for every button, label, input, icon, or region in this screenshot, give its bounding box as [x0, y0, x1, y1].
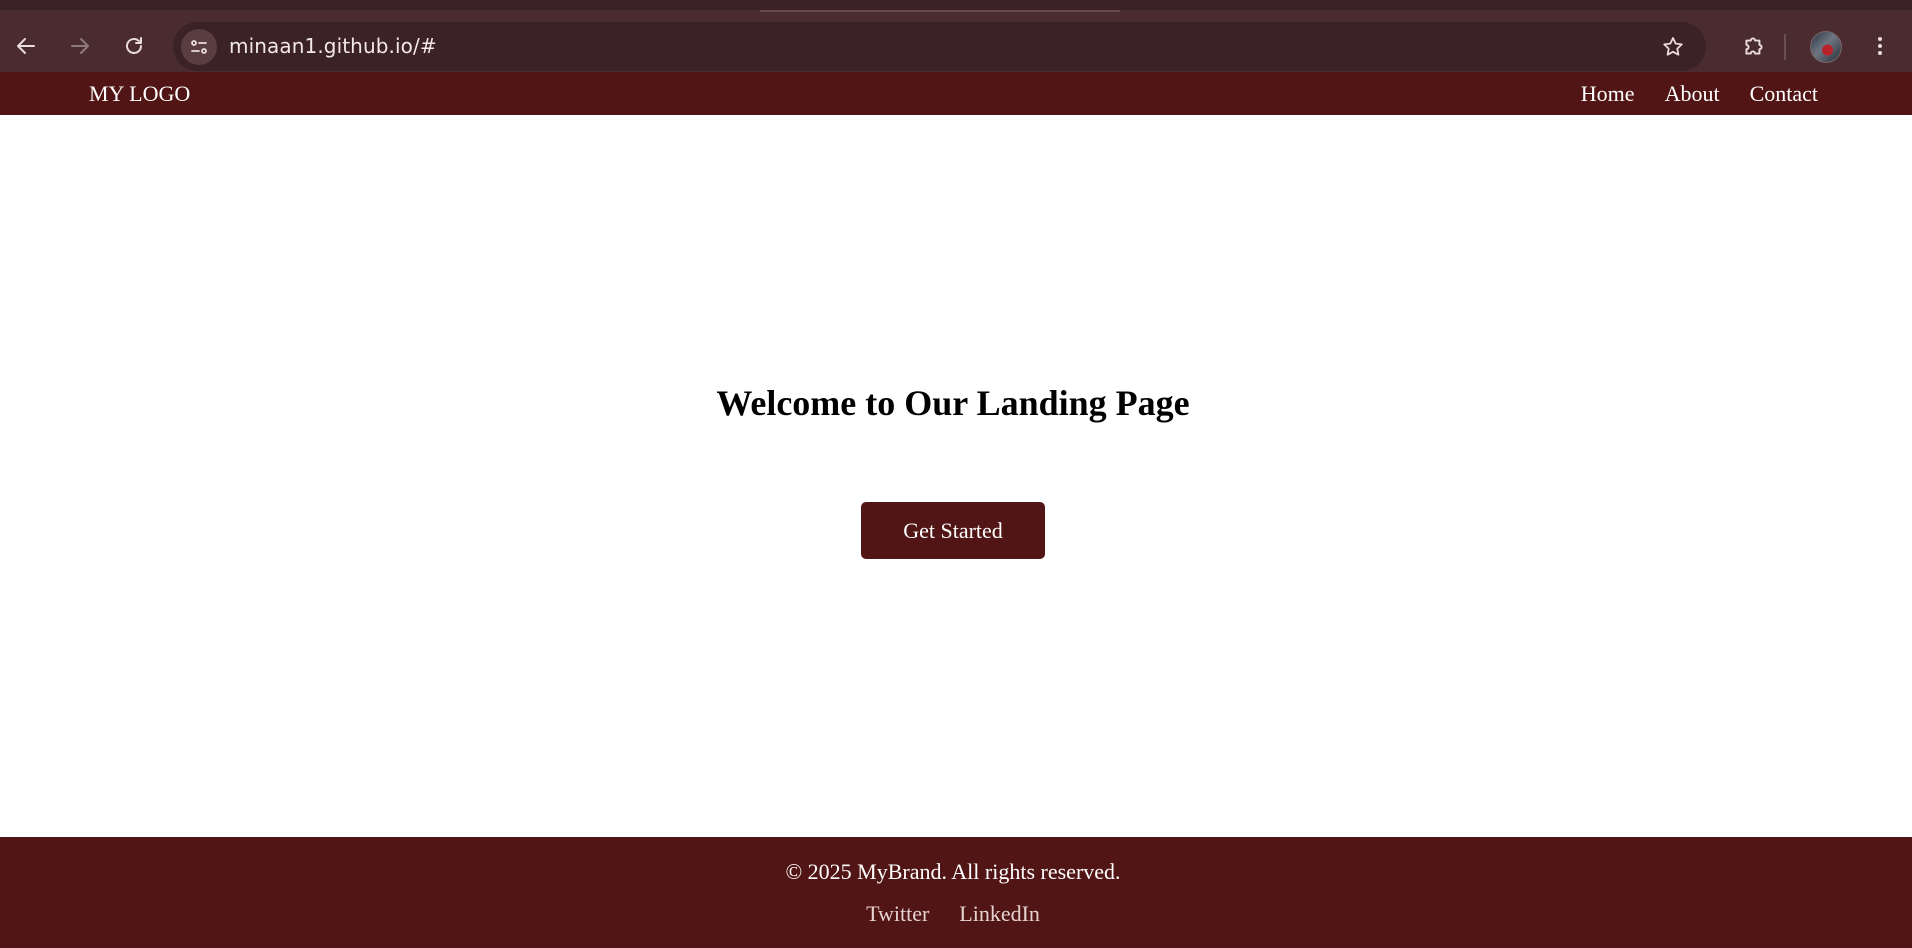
nav-link-about[interactable]: About [1665, 81, 1720, 107]
url-text[interactable]: minaan1.github.io/# [229, 22, 437, 71]
site-header: MY LOGO Home About Contact [0, 72, 1912, 115]
footer-link-twitter[interactable]: Twitter [866, 901, 929, 927]
forward-button[interactable] [54, 20, 106, 72]
address-bar[interactable]: minaan1.github.io/# [173, 22, 1706, 71]
profile-avatar[interactable] [1810, 31, 1842, 63]
reload-button[interactable] [108, 20, 160, 72]
site-footer: © 2025 MyBrand. All rights reserved. Twi… [0, 837, 1912, 948]
arrow-left-icon [17, 38, 35, 54]
get-started-button[interactable]: Get Started [861, 502, 1045, 559]
copyright-text: © 2025 MyBrand. All rights reserved. [785, 859, 1121, 884]
footer-link-linkedin[interactable]: LinkedIn [959, 901, 1040, 927]
toolbar-divider [1784, 34, 1786, 60]
browser-toolbar: minaan1.github.io/# [0, 0, 1912, 72]
browser-menu-button[interactable] [1860, 20, 1900, 72]
footer-links: Twitter LinkedIn [0, 901, 1906, 927]
hero-title: Welcome to Our Landing Page [716, 383, 1190, 423]
hero-section: Welcome to Our Landing Page Get Started [0, 115, 1912, 837]
back-button[interactable] [0, 20, 52, 72]
nav-link-contact[interactable]: Contact [1750, 81, 1818, 107]
site-info-button[interactable] [181, 29, 217, 65]
puzzle-icon [1745, 37, 1763, 55]
arrow-right-icon [71, 38, 89, 54]
main-nav: Home About Contact [1581, 72, 1818, 115]
tab-strip-edge [760, 10, 1120, 12]
tune-icon [191, 40, 207, 54]
extensions-button[interactable] [1728, 20, 1780, 72]
nav-link-home[interactable]: Home [1581, 81, 1635, 107]
star-icon [1663, 37, 1683, 56]
site-logo[interactable]: MY LOGO [89, 72, 190, 115]
kebab-menu-icon [1878, 37, 1882, 55]
bookmark-button[interactable] [1658, 32, 1688, 62]
reload-icon [126, 37, 142, 54]
